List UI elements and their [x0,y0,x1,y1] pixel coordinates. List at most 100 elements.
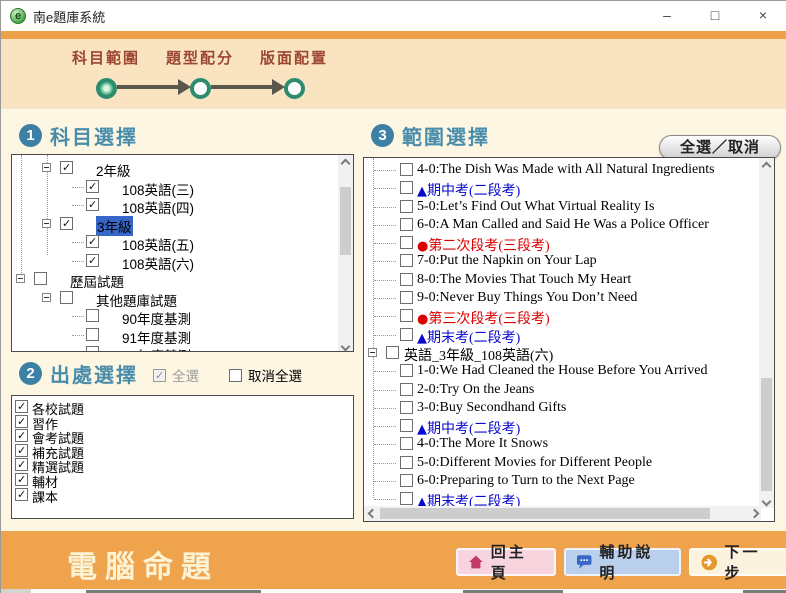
range-item[interactable]: 8-0:The Movies That Touch My Heart [364,271,759,289]
source-item[interactable]: 習作 [12,414,353,429]
range-item[interactable]: 英語_3年級_108英語(六) [364,344,759,362]
scroll-down-icon[interactable] [341,342,351,352]
range-item[interactable]: ▲期中考(二段考) [364,179,759,197]
range-item[interactable]: ▲期末考(二段考) [364,326,759,344]
scroll-down-icon[interactable] [762,497,772,507]
scroll-left-icon[interactable] [368,509,378,519]
subject-tree-scrollbar[interactable] [338,155,353,352]
range-item-checkbox[interactable] [400,328,413,341]
tree-item-checkbox[interactable] [86,309,99,322]
range-item-checkbox[interactable] [400,419,413,432]
range-item-checkbox[interactable] [386,346,399,359]
source-item[interactable]: 輔材 [12,472,353,487]
range-item-checkbox[interactable] [400,273,413,286]
source-item[interactable]: 精選試題 [12,457,353,472]
select-all-checkbox[interactable] [153,369,166,382]
tree-item-checkbox[interactable] [86,328,99,341]
source-item-checkbox[interactable] [15,415,28,428]
range-item-checkbox[interactable] [400,291,413,304]
maximize-button[interactable]: □ [691,1,739,31]
expander-minus-icon[interactable] [42,293,51,302]
deselect-all-checkbox[interactable] [229,369,242,382]
range-item-checkbox[interactable] [400,181,413,194]
tree-item[interactable]: 92年度基測 [12,344,338,352]
tree-item[interactable]: 3年級 [12,215,338,234]
range-item[interactable]: ●第二次段考(三段考) [364,234,759,252]
tree-item[interactable]: 91年度基測 [12,326,338,345]
range-item-checkbox[interactable] [400,437,413,450]
source-item-checkbox[interactable] [15,429,28,442]
deselect-all-checkbox-group[interactable]: 取消全選 [229,365,302,385]
range-item-checkbox[interactable] [400,163,413,176]
tree-item-checkbox[interactable] [60,217,73,230]
range-horizontal-scrollbar[interactable] [364,506,761,521]
range-item[interactable]: 6-0:Preparing to Turn to the Next Page [364,472,759,490]
range-item[interactable]: 2-0:Try On the Jeans [364,381,759,399]
source-item-checkbox[interactable] [15,473,28,486]
tree-item[interactable]: 2年級 [12,159,338,178]
source-item-checkbox[interactable] [15,444,28,457]
stepper-step-1[interactable]: 科目範圍 [59,47,153,99]
range-item[interactable]: 6-0:A Man Called and Said He Was a Polic… [364,216,759,234]
source-item-checkbox[interactable] [15,400,28,413]
range-item[interactable]: 5-0:Different Movies for Different Peopl… [364,454,759,472]
range-item[interactable]: 4-0:The More It Snows [364,435,759,453]
tree-item-checkbox[interactable] [86,346,99,352]
range-item-checkbox[interactable] [400,254,413,267]
range-item[interactable]: 3-0:Buy Secondhand Gifts [364,399,759,417]
tree-item[interactable]: 90年度基測 [12,307,338,326]
range-item-checkbox[interactable] [400,456,413,469]
source-item[interactable]: 各校試題 [12,399,353,414]
range-item[interactable]: 4-0:The Dish Was Made with All Natural I… [364,161,759,179]
tree-item[interactable]: 108英語(三) [12,178,338,197]
expander-minus-icon[interactable] [42,219,51,228]
source-item-checkbox[interactable] [15,458,28,471]
minimize-button[interactable]: – [643,1,691,31]
home-button[interactable]: 回主頁 [456,548,556,576]
tree-item-checkbox[interactable] [60,291,73,304]
next-button[interactable]: 下一步 [689,548,786,576]
expander-minus-icon[interactable] [42,163,51,172]
source-item-checkbox[interactable] [15,488,28,501]
tree-item-checkbox[interactable] [86,235,99,248]
scroll-right-icon[interactable] [750,509,760,519]
range-item-checkbox[interactable] [400,200,413,213]
close-button[interactable]: × [739,1,786,31]
tree-item-checkbox[interactable] [60,161,73,174]
source-item[interactable]: 會考試題 [12,428,353,443]
tree-item-checkbox[interactable] [86,180,99,193]
stepper-step-2[interactable]: 題型配分 [153,47,247,99]
range-item-checkbox[interactable] [400,474,413,487]
range-item[interactable]: 1-0:We Had Cleaned the House Before You … [364,362,759,380]
tree-item[interactable]: 108英語(四) [12,196,338,215]
scroll-up-icon[interactable] [341,159,351,169]
tree-item-checkbox[interactable] [86,254,99,267]
range-item[interactable]: 9-0:Never Buy Things You Don’t Need [364,289,759,307]
range-item-checkbox[interactable] [400,383,413,396]
source-item[interactable]: 課本 [12,487,353,502]
tree-item[interactable]: 108英語(六) [12,252,338,271]
scrollbar-thumb[interactable] [761,378,772,491]
range-item-checkbox[interactable] [400,309,413,322]
scroll-up-icon[interactable] [762,162,772,172]
range-item[interactable]: 7-0:Put the Napkin on Your Lap [364,252,759,270]
range-vertical-scrollbar[interactable] [759,158,774,508]
range-item-checkbox[interactable] [400,364,413,377]
scrollbar-thumb[interactable] [380,508,710,519]
tree-item[interactable]: 歷屆試題 [12,270,338,289]
range-item-checkbox[interactable] [400,236,413,249]
tree-item-checkbox[interactable] [34,272,47,285]
range-item-checkbox[interactable] [400,492,413,505]
range-item[interactable]: 5-0:Let’s Find Out What Virtual Reality … [364,198,759,216]
range-item[interactable]: ●第三次段考(三段考) [364,307,759,325]
stepper-step-3[interactable]: 版面配置 [247,47,341,99]
expander-minus-icon[interactable] [368,348,377,357]
help-button[interactable]: 輔助說明 [564,548,681,576]
range-item-checkbox[interactable] [400,401,413,414]
tree-item[interactable]: 108英語(五) [12,233,338,252]
source-item[interactable]: 補充試題 [12,443,353,458]
range-item[interactable]: ▲期中考(二段考) [364,417,759,435]
tree-item[interactable]: 其他題庫試題 [12,289,338,308]
tree-item-checkbox[interactable] [86,198,99,211]
select-all-checkbox-group[interactable]: 全選 [153,365,199,385]
